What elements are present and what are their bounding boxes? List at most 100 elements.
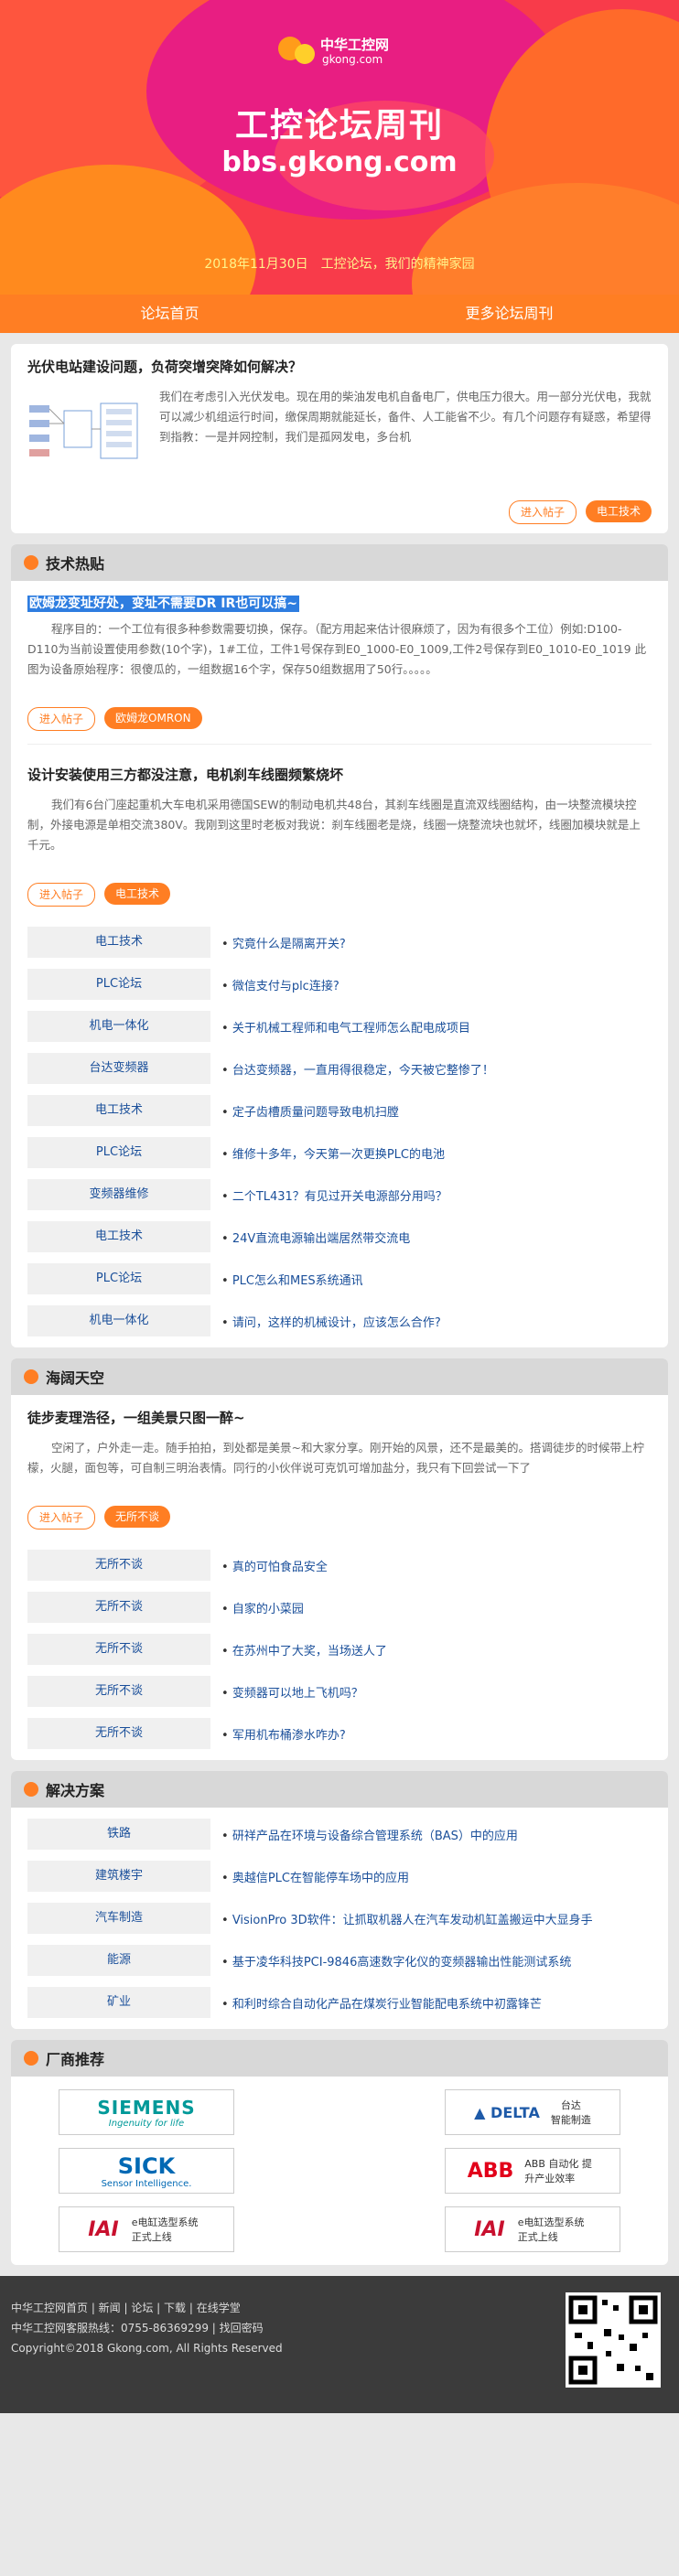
topic-link[interactable]: 真的可怕食品安全 [221, 1557, 328, 1574]
brand-slogan: Sensor Intelligence. [101, 2178, 192, 2189]
nav-more-weekly[interactable]: 更多论坛周刊 [340, 295, 679, 333]
enter-post-button[interactable]: 进入帖子 [27, 707, 96, 731]
enter-post-button[interactable]: 进入帖子 [508, 500, 577, 524]
list-item: 机电一体化关于机械工程师和电气工程师怎么配电成项目 [27, 1005, 652, 1047]
brand-name: IAI [88, 2217, 119, 2241]
topic-link[interactable]: VisionPro 3D软件：让抓取机器人在汽车发动机缸盖搬运中大显身手 [221, 1910, 593, 1927]
brand-iai[interactable]: IAI e电缸选型系统正式上线 [59, 2206, 234, 2252]
list-item: 矿业和利时综合自动化产品在煤炭行业智能配电系统中初露锋芒 [27, 1981, 652, 2023]
feature-title[interactable]: 光伏电站建设问题，负荷突增突降如何解决？ [27, 357, 652, 376]
topic-link[interactable]: 24V直流电源输出端居然带交流电 [221, 1229, 410, 1246]
topic-link[interactable]: 定子齿槽质量问题导致电机扫膛 [221, 1102, 399, 1120]
topic-link[interactable]: 基于凌华科技PCI-9846高速数字化仪的变频器输出性能测试系统 [221, 1952, 572, 1970]
category-label[interactable]: 铁路 [27, 1819, 210, 1850]
list-item: 无所不谈变频器可以地上飞机吗？ [27, 1670, 652, 1712]
topic-link[interactable]: PLC怎么和MES系统通讯 [221, 1271, 363, 1288]
category-label[interactable]: 电工技术 [27, 1095, 210, 1126]
list-item: 电工技术究竟什么是隔离开关? [27, 921, 652, 963]
brand-name: SICK [117, 2152, 176, 2179]
topic-link[interactable]: 在苏州中了大奖，当场送人了 [221, 1641, 387, 1658]
topic-link[interactable]: 研祥产品在环境与设备综合管理系统（BAS）中的应用 [221, 1826, 518, 1843]
category-label[interactable]: 汽车制造 [27, 1903, 210, 1934]
list-item: 无所不谈军用机布桶渗水咋办? [27, 1712, 652, 1755]
topic-link[interactable]: 军用机布桶渗水咋办? [221, 1725, 346, 1743]
topic-link[interactable]: 究竟什么是隔离开关? [221, 934, 346, 951]
brand-iai[interactable]: IAI e电缸选型系统正式上线 [445, 2206, 620, 2252]
brand-name: 台达 [560, 2099, 581, 2111]
list-item: 变频器维修二个TL431？有见过开关电源部分用吗？ [27, 1174, 652, 1216]
section-header: 海阔天空 [11, 1358, 668, 1395]
enter-post-button[interactable]: 进入帖子 [27, 1506, 96, 1530]
date-line: 2018年11月30日 工控论坛，我们的精神家园 [204, 257, 475, 272]
newsletter-page: 中华工控网 gkong.com 工控论坛周刊 bbs.gkong.com 201… [0, 0, 679, 2413]
section-header: 解决方案 [11, 1771, 668, 1808]
list-item: PLC论坛维修十多年，今天第一次更换PLC的电池 [27, 1132, 652, 1174]
logo-text: 中华工控网 [320, 37, 390, 53]
gear-icon [295, 44, 315, 64]
category-tag[interactable]: 欧姆龙OMRON [104, 707, 202, 729]
article-title[interactable]: 设计安装使用三方都没注意，电机刹车线圈频繁烧坏 [27, 765, 652, 784]
brand-name: SIEMENS [97, 2096, 196, 2119]
enter-post-button[interactable]: 进入帖子 [27, 883, 96, 907]
topic-link[interactable]: 台达变频器，一直用得很稳定，今天被它整惨了！ [221, 1060, 494, 1078]
brand-delta[interactable]: ▲ DELTA 台达 智能制造 [445, 2089, 620, 2135]
topic-link[interactable]: 自家的小菜园 [221, 1599, 304, 1616]
section-title: 海阔天空 [46, 1369, 105, 1387]
tech-section: 技术热贴 欧姆龙变址好处，变址不需要DR IR也可以搞~ 程序目的：一个工位有很… [11, 544, 668, 1347]
list-item: 机电一体化请问，这样的机械设计，应该怎么合作? [27, 1300, 652, 1342]
category-tag[interactable]: 无所不谈 [104, 1506, 171, 1528]
category-label[interactable]: 能源 [27, 1945, 210, 1976]
category-label[interactable]: 无所不谈 [27, 1634, 210, 1665]
bullet-icon [24, 555, 38, 570]
category-label[interactable]: 电工技术 [27, 1221, 210, 1252]
feature-thumbnail[interactable] [27, 396, 145, 484]
topic-link[interactable]: 请问，这样的机械设计，应该怎么合作? [221, 1313, 441, 1330]
category-label[interactable]: 电工技术 [27, 927, 210, 958]
category-tag[interactable]: 电工技术 [104, 883, 171, 905]
topic-link[interactable]: 二个TL431？有见过开关电源部分用吗？ [221, 1186, 447, 1204]
list-item: 无所不谈真的可怕食品安全 [27, 1544, 652, 1586]
category-label[interactable]: 机电一体化 [27, 1011, 210, 1042]
article-title[interactable]: 欧姆龙变址好处，变址不需要DR IR也可以搞~ [27, 596, 299, 612]
list-item: 建筑楼宇奥越信PLC在智能停车场中的应用 [27, 1855, 652, 1897]
category-label[interactable]: PLC论坛 [27, 969, 210, 1000]
footer-links[interactable]: 中华工控网首页 | 新闻 | 论坛 | 下载 | 在线学堂 [11, 2298, 283, 2318]
category-label[interactable]: 无所不谈 [27, 1550, 210, 1581]
section-title: 技术热贴 [46, 555, 105, 573]
nav-forum-home[interactable]: 论坛首页 [0, 295, 340, 333]
category-label[interactable]: PLC论坛 [27, 1137, 210, 1168]
brand-sick[interactable]: SICK Sensor Intelligence. [59, 2148, 234, 2194]
solutions-section: 解决方案 铁路研祥产品在环境与设备综合管理系统（BAS）中的应用建筑楼宇奥越信P… [11, 1771, 668, 2029]
topic-link[interactable]: 维修十多年，今天第一次更换PLC的电池 [221, 1144, 445, 1162]
category-label[interactable]: 变频器维修 [27, 1179, 210, 1210]
category-label[interactable]: 台达变频器 [27, 1053, 210, 1084]
topic-link[interactable]: 微信支付与plc连接? [221, 976, 340, 993]
brand-abb[interactable]: ABB ABB 自动化 提升产业效率 [445, 2148, 620, 2194]
section-header: 厂商推荐 [11, 2040, 668, 2077]
brand-name: ABB [467, 2159, 514, 2183]
brand-siemens[interactable]: SIEMENS Ingenuity for life [59, 2089, 234, 2135]
list-item: 台达变频器台达变频器，一直用得很稳定，今天被它整惨了！ [27, 1047, 652, 1089]
category-label[interactable]: 无所不谈 [27, 1676, 210, 1707]
list-item: 电工技术定子齿槽质量问题导致电机扫膛 [27, 1089, 652, 1132]
gkong-logo[interactable]: 中华工控网 gkong.com [275, 31, 421, 79]
section-title: 厂商推荐 [46, 2051, 105, 2068]
footer-hotline: 中华工控网客服热线：0755-86369299 | 找回密码 [11, 2322, 264, 2334]
topic-link[interactable]: 和利时综合自动化产品在煤炭行业智能配电系统中初露锋芒 [221, 1994, 542, 2012]
article-title[interactable]: 徒步麦理浩径，一组美景只图一醉~ [27, 1408, 652, 1427]
site-url[interactable]: bbs.gkong.com [0, 146, 679, 178]
category-label[interactable]: 机电一体化 [27, 1305, 210, 1336]
category-label[interactable]: 无所不谈 [27, 1718, 210, 1749]
category-tag[interactable]: 电工技术 [585, 500, 652, 522]
category-label[interactable]: 建筑楼宇 [27, 1861, 210, 1892]
topic-link[interactable]: 变频器可以地上飞机吗？ [221, 1683, 363, 1701]
topic-link[interactable]: 奥越信PLC在智能停车场中的应用 [221, 1868, 409, 1885]
category-label[interactable]: 矿业 [27, 1987, 210, 2018]
article-body: 空闲了，户外走一走。随手拍拍，到处都是美景~和大家分享。刚开始的风景，还不是最美… [27, 1441, 644, 1475]
category-label[interactable]: PLC论坛 [27, 1263, 210, 1294]
header-banner: 中华工控网 gkong.com 工控论坛周刊 bbs.gkong.com 201… [0, 0, 679, 295]
brand-grid: SIEMENS Ingenuity for life ▲ DELTA 台达 智能… [11, 2077, 668, 2265]
topic-link[interactable]: 关于机械工程师和电气工程师怎么配电成项目 [221, 1018, 470, 1036]
footer: 中华工控网首页 | 新闻 | 论坛 | 下载 | 在线学堂 中华工控网客服热线：… [0, 2276, 679, 2413]
category-label[interactable]: 无所不谈 [27, 1592, 210, 1623]
